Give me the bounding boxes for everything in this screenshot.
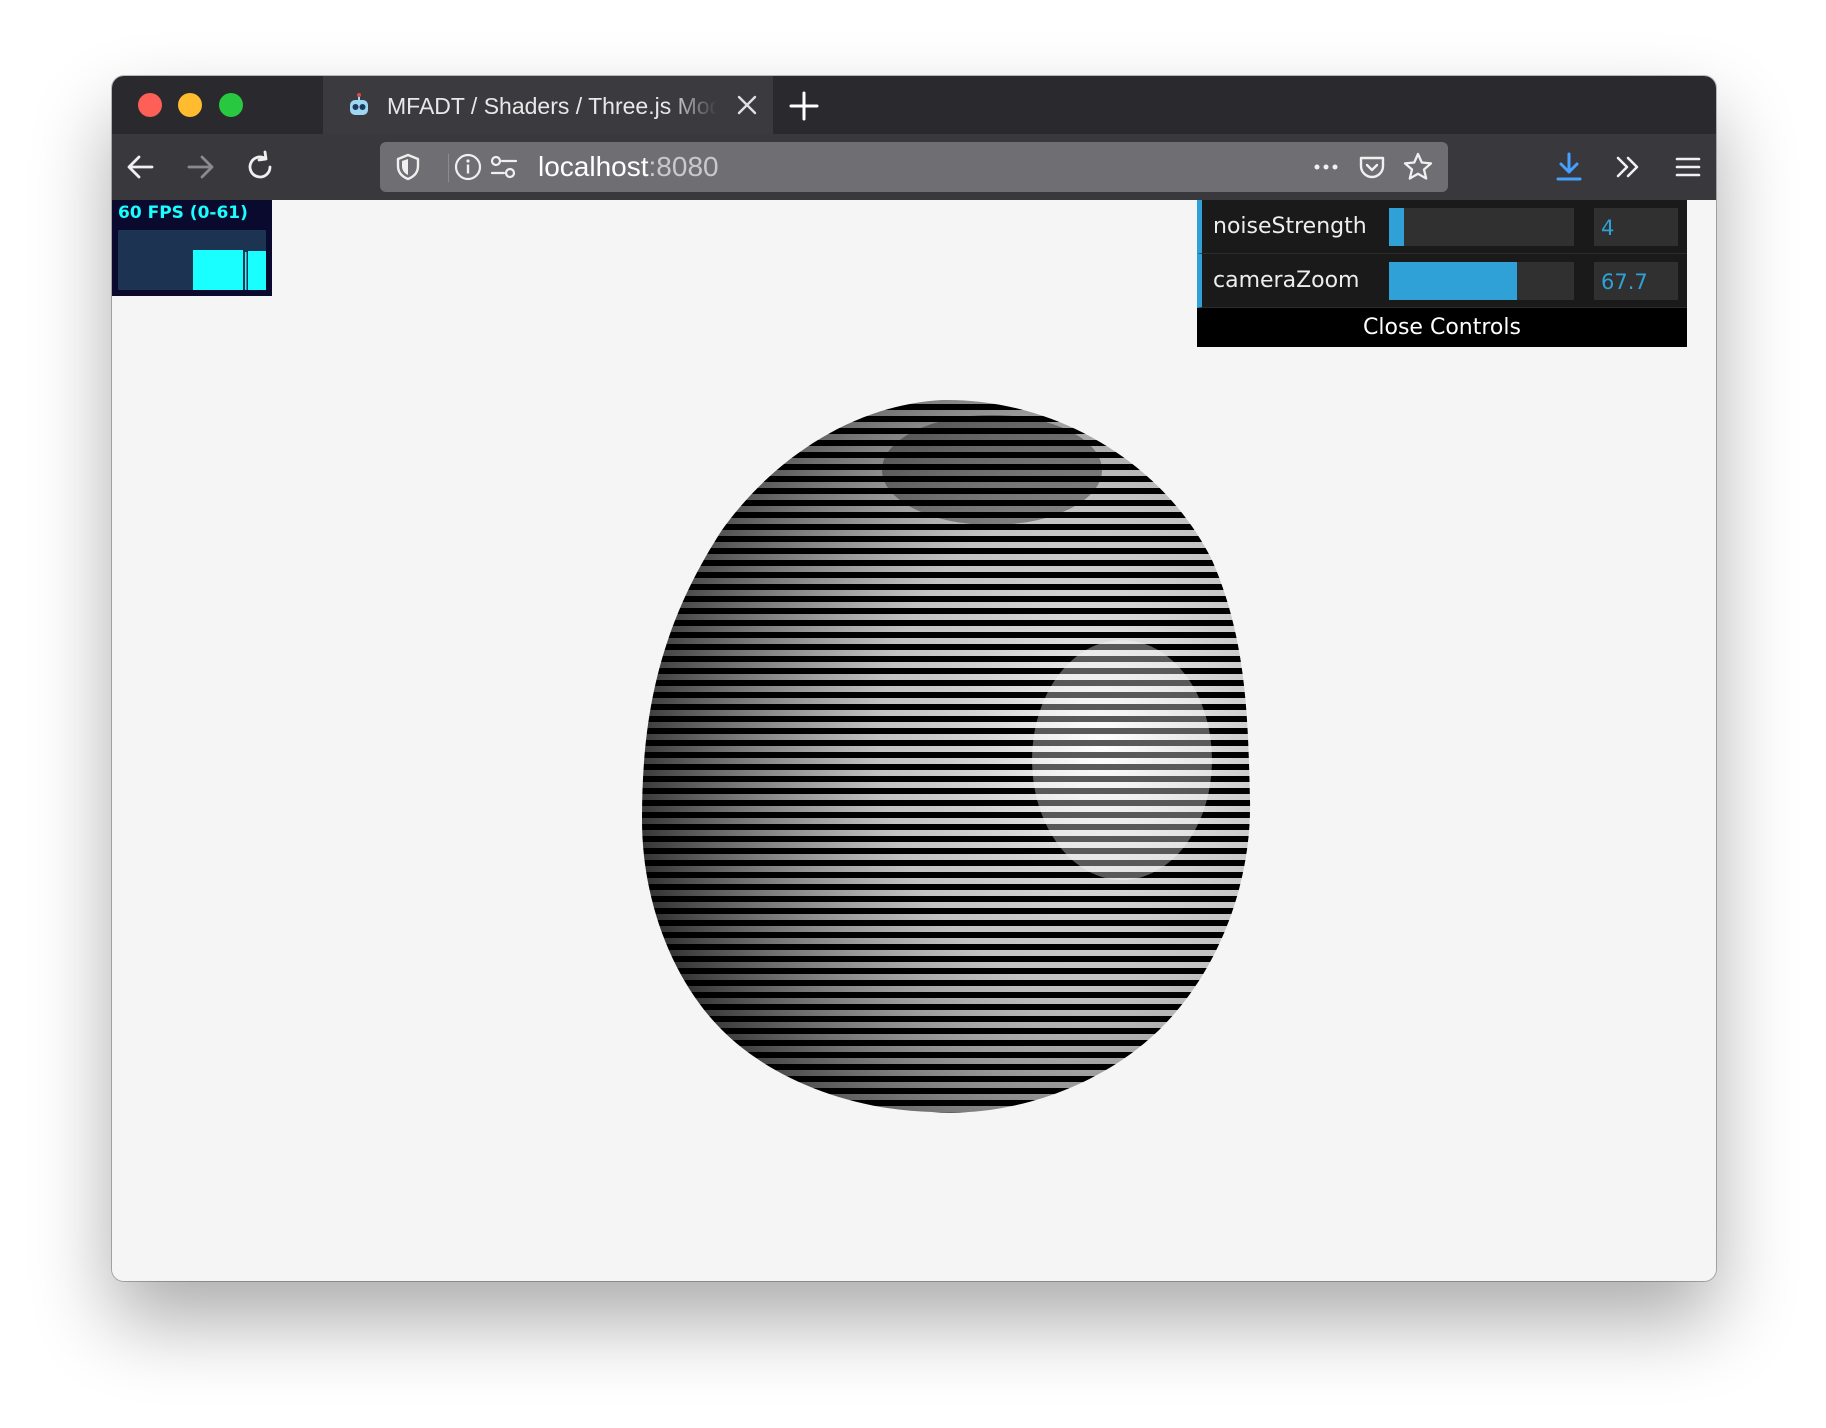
maximize-window-button[interactable]: [219, 93, 243, 117]
permissions-icon[interactable]: [488, 151, 520, 183]
hamburger-menu-icon[interactable]: [1671, 150, 1705, 184]
reload-icon[interactable]: [243, 150, 277, 184]
noise-strength-slider[interactable]: [1389, 208, 1574, 246]
url-bar[interactable]: localhost:8080: [380, 142, 1448, 192]
arrow-right-icon[interactable]: [183, 150, 217, 184]
camera-zoom-input[interactable]: 67.7: [1594, 262, 1678, 300]
tab-title: MFADT / Shaders / Three.js Module: [387, 93, 717, 119]
url-separator: [448, 154, 449, 182]
control-row-noise-strength: noiseStrength 4: [1197, 200, 1687, 254]
robot-favicon-icon: [350, 93, 368, 115]
download-icon[interactable]: [1552, 150, 1586, 184]
tab-active[interactable]: MFADT / Shaders / Three.js Module: [323, 76, 773, 134]
fps-label: 60 FPS (0-61): [118, 203, 248, 223]
star-icon[interactable]: [1402, 151, 1434, 183]
fps-graph: [118, 230, 266, 290]
close-controls-button[interactable]: Close Controls: [1197, 308, 1687, 347]
noise-strength-input[interactable]: 4: [1594, 208, 1678, 246]
camera-zoom-slider[interactable]: [1389, 262, 1574, 300]
shield-icon[interactable]: [392, 151, 424, 183]
browser-window: MFADT / Shaders / Three.js Module localh…: [112, 76, 1716, 1281]
nav-bar: localhost:8080: [112, 134, 1716, 200]
tab-bar: MFADT / Shaders / Three.js Module: [112, 76, 1716, 134]
sphere-surface: [642, 399, 1251, 1113]
pocket-icon[interactable]: [1356, 151, 1388, 183]
url-port: :8080: [648, 151, 719, 182]
more-dots-icon[interactable]: [1310, 151, 1342, 183]
chevron-double-right-icon[interactable]: [1611, 150, 1645, 184]
slider-fill: [1389, 262, 1517, 300]
fps-graph-bars: [193, 250, 266, 290]
page-content: 60 FPS (0-61) noiseStrength 4 cameraZoom: [112, 200, 1716, 1281]
slider-fill: [1389, 208, 1404, 246]
fps-stats-panel[interactable]: 60 FPS (0-61): [112, 200, 272, 296]
arrow-left-icon[interactable]: [124, 150, 158, 184]
new-tab-icon[interactable]: [788, 90, 820, 122]
control-label: cameraZoom: [1213, 268, 1360, 293]
close-tab-icon[interactable]: [735, 93, 759, 117]
control-label: noiseStrength: [1213, 214, 1367, 239]
url-host: localhost: [538, 151, 649, 182]
controls-panel: noiseStrength 4 cameraZoom 67.7 Close Co…: [1197, 200, 1687, 347]
shader-sphere[interactable]: [112, 200, 1716, 1281]
control-row-camera-zoom: cameraZoom 67.7: [1197, 254, 1687, 308]
info-icon[interactable]: [452, 151, 484, 183]
close-window-button[interactable]: [138, 93, 162, 117]
minimize-window-button[interactable]: [178, 93, 202, 117]
url-text[interactable]: localhost:8080: [538, 151, 719, 183]
